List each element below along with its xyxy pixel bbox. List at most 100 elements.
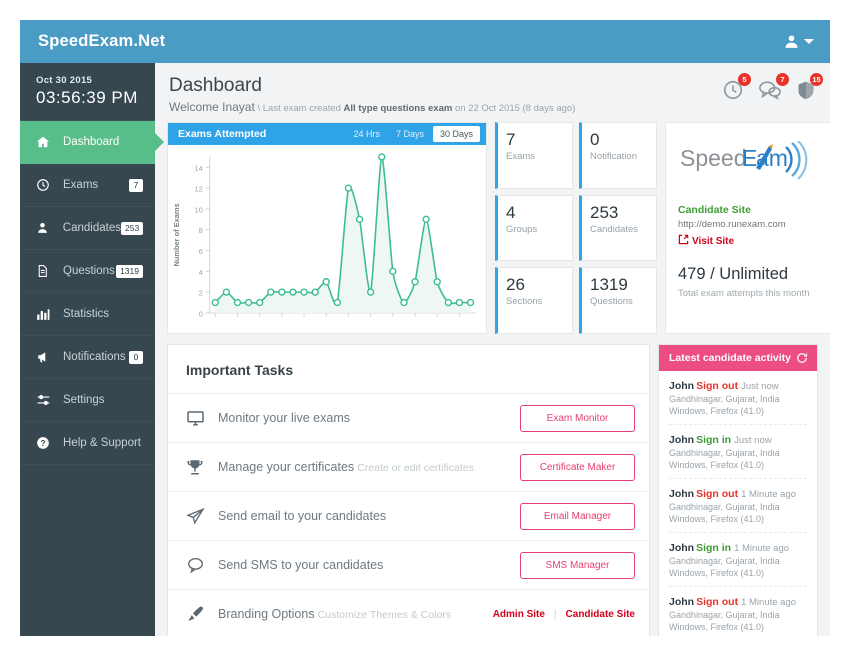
sidebar-item-settings[interactable]: Settings	[20, 379, 155, 422]
user-menu-button[interactable]	[783, 33, 814, 50]
chart-header: Exams Attempted 24 Hrs 7 Days 30 Days	[168, 123, 486, 145]
sidebar-clock: Oct 30 2015 03:56:39 PM	[20, 63, 155, 121]
important-tasks-title: Important Tasks	[168, 345, 649, 394]
task-label: Send SMS to your candidates	[218, 558, 520, 572]
stat-card-candidates[interactable]: 253 Candidates	[579, 195, 657, 262]
activity-location: Gandhinagar, Gujarat, India	[669, 502, 807, 512]
chat-icon-button[interactable]: 7	[758, 79, 782, 101]
stat-card-sections[interactable]: 26 Sections	[495, 267, 573, 334]
sliders-icon	[36, 393, 54, 407]
chart-range-selector: 24 Hrs 7 Days 30 Days	[346, 126, 480, 142]
activity-line: JohnSign out1 Minute ago	[669, 596, 807, 608]
branding-text-muted: Customize Themes & Colors	[318, 609, 451, 621]
svg-text:0: 0	[199, 310, 203, 319]
task-row-branding-options: Branding OptionsCustomize Themes & Color…	[168, 590, 649, 636]
clock-icon-button[interactable]: 5	[722, 79, 744, 101]
stat-value: 253	[590, 203, 656, 223]
shield-icon-button[interactable]: 15	[796, 79, 816, 101]
main-content: Dashboard Welcome Inayat \ Last exam cre…	[155, 63, 830, 636]
last-exam-name: All type questions exam	[344, 103, 453, 114]
activity-header: Latest candidate activity	[659, 345, 817, 371]
sidebar-badge-notifications: 0	[129, 351, 143, 364]
clock-icon	[36, 178, 54, 192]
refresh-icon[interactable]	[796, 352, 808, 364]
page-header: Dashboard Welcome Inayat \ Last exam cre…	[167, 75, 818, 122]
admin-site-link[interactable]: Admin Site	[493, 609, 545, 620]
activity-action: Sign in	[696, 434, 731, 446]
header-icon-group: 5 7 15	[722, 75, 816, 101]
candidate-site-url: http://demo.runexam.com	[678, 219, 820, 230]
stat-label: Candidates	[590, 224, 656, 235]
range-30days[interactable]: 30 Days	[433, 126, 480, 142]
exam-monitor-button[interactable]: Exam Monitor	[520, 405, 635, 432]
sms-manager-button[interactable]: SMS Manager	[520, 552, 635, 579]
svg-text:4: 4	[199, 268, 203, 277]
activity-list[interactable]: JohnSign outJust nowGandhinagar, Gujarat…	[659, 371, 817, 636]
stat-label: Sections	[506, 296, 572, 307]
svg-text:Number of Exams: Number of Exams	[172, 203, 181, 266]
svg-text:Speed: Speed	[680, 145, 747, 171]
sidebar-item-exams[interactable]: Exams 7	[20, 164, 155, 207]
clock-badge: 5	[738, 73, 751, 86]
stat-value: 4	[506, 203, 572, 223]
activity-item[interactable]: JohnSign outJust nowGandhinagar, Gujarat…	[669, 371, 807, 425]
svg-text:12: 12	[194, 185, 202, 194]
activity-action: Sign out	[696, 488, 738, 500]
dashboard-row-bottom: Important Tasks Monitor your live exams …	[167, 344, 818, 636]
sidebar-item-help-support[interactable]: ? Help & Support	[20, 422, 155, 465]
stat-card-exams[interactable]: 7 Exams	[495, 122, 573, 189]
sidebar-item-notifications[interactable]: Notifications 0	[20, 336, 155, 379]
activity-action: Sign out	[696, 380, 738, 392]
activity-user: John	[669, 596, 694, 608]
comment-icon	[186, 556, 210, 574]
sidebar-item-dashboard[interactable]: Dashboard	[20, 121, 155, 164]
activity-item[interactable]: JohnSign out1 Minute agoGandhinagar, Guj…	[669, 587, 807, 636]
sidebar-item-statistics[interactable]: Statistics	[20, 293, 155, 336]
activity-item[interactable]: JohnSign out1 Minute ago Gandhinagar, Guj…	[669, 479, 807, 533]
email-manager-button[interactable]: Email Manager	[520, 503, 635, 530]
candidate-site-link[interactable]: Candidate Site	[566, 609, 635, 620]
sidebar-item-label: Settings	[63, 394, 155, 406]
activity-time: Just now	[741, 381, 779, 392]
home-icon	[36, 135, 54, 149]
sidebar-badge-candidates: 253	[121, 222, 143, 235]
chart-title: Exams Attempted	[178, 128, 266, 140]
range-7days[interactable]: 7 Days	[389, 126, 431, 142]
attempt-count: 479 / Unlimited	[678, 265, 820, 284]
svg-text:14: 14	[194, 164, 202, 173]
activity-item[interactable]: JohnSign in1 Minute agoGandhinagar, Guja…	[669, 533, 807, 587]
activity-action: Sign in	[696, 542, 731, 554]
stat-card-questions[interactable]: 1319 Questions	[579, 267, 657, 334]
sidebar-item-label: Notifications	[63, 351, 129, 363]
dashboard-row-top: Exams Attempted 24 Hrs 7 Days 30 Days 0 2…	[167, 122, 818, 334]
shield-badge: 15	[810, 73, 823, 86]
svg-text:?: ?	[41, 439, 46, 448]
range-24hrs[interactable]: 24 Hrs	[346, 126, 387, 142]
activity-item[interactable]: JohnSign inJust nowGandhinagar, Gujarat,…	[669, 425, 807, 479]
speedexam-logo: Speed E am	[680, 141, 820, 188]
activity-time: 1 Minute ago	[741, 489, 796, 500]
svg-text:10: 10	[194, 206, 202, 215]
activity-location: Gandhinagar, Gujarat, India	[669, 448, 807, 458]
activity-user: John	[669, 488, 694, 500]
activity-line: JohnSign outJust now	[669, 380, 807, 392]
visit-site-label: Visit Site	[692, 236, 734, 247]
chat-badge: 7	[776, 73, 789, 86]
sidebar-item-label: Questions	[63, 265, 116, 277]
stat-card-groups[interactable]: 4 Groups	[495, 195, 573, 262]
visit-site-link[interactable]: Visit Site	[678, 234, 820, 248]
clock-date: Oct 30 2015	[36, 75, 155, 86]
stat-value: 1319	[590, 275, 656, 295]
certificate-maker-button[interactable]: Certificate Maker	[520, 454, 635, 481]
sidebar-item-questions[interactable]: Questions 1319	[20, 250, 155, 293]
sidebar-item-candidates[interactable]: Candidates 253	[20, 207, 155, 250]
question-mark-icon: ?	[36, 436, 54, 450]
svg-text:6: 6	[199, 247, 203, 256]
brand-logo[interactable]: SpeedExam.Net	[38, 32, 165, 51]
page-header-text: Dashboard Welcome Inayat \ Last exam cre…	[169, 75, 575, 114]
brush-icon	[186, 605, 210, 623]
task-row-certificate-maker: Manage your certificatesCreate or edit c…	[168, 443, 649, 492]
sidebar-item-label: Exams	[63, 179, 129, 191]
stat-card-notification[interactable]: 0 Notification	[579, 122, 657, 189]
sidebar-badge-questions: 1319	[116, 265, 143, 278]
